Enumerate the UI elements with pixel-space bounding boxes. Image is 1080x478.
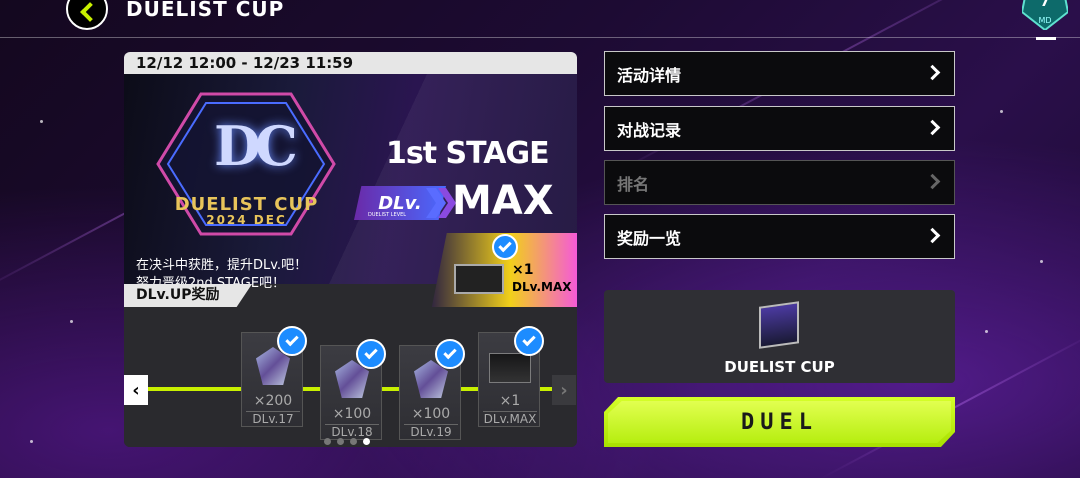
page-dot[interactable]: [350, 438, 357, 445]
reward-qty: ×100: [332, 406, 372, 422]
reward-level: DLv.19: [404, 424, 458, 439]
reward-list-button[interactable]: 奖励一览: [604, 214, 955, 259]
reward-level: DLv.MAX: [483, 411, 537, 426]
bg-star: [1000, 110, 1003, 113]
card-pack-icon: [454, 264, 504, 294]
dlv-chip-text: DLv.: [378, 192, 422, 214]
scroll-left-button[interactable]: ‹: [124, 375, 148, 405]
reward-qty: ×100: [411, 406, 451, 422]
rank-badge[interactable]: 7 MD: [1022, 0, 1068, 30]
deck-box-icon: [759, 301, 799, 349]
dlv-chip-sub: DUELIST LEVEL: [368, 212, 407, 218]
rank-number: 7: [1040, 0, 1050, 10]
dc-logo: DC: [214, 114, 298, 178]
description-line: 在决斗中获胜，提升DLv.吧！: [136, 258, 308, 273]
bg-star: [1040, 260, 1043, 263]
header-divider: [0, 37, 1080, 38]
menu-label: 活动详情: [617, 65, 682, 85]
event-details-button[interactable]: 活动详情: [604, 51, 955, 96]
menu-label: 对战记录: [617, 120, 682, 140]
chevron-right-icon: [924, 227, 941, 244]
chevron-right-icon: [924, 173, 941, 190]
duel-button-label: DUEL: [741, 409, 818, 435]
card-pack-icon: [489, 353, 531, 383]
scroll-right-button[interactable]: ›: [552, 375, 576, 405]
max-label: MAX: [452, 178, 554, 224]
bg-star: [985, 330, 988, 333]
claimed-check-icon: [277, 326, 307, 356]
menu-label: 奖励一览: [617, 228, 682, 248]
bg-star: [40, 120, 43, 123]
chevron-left-icon: [80, 2, 100, 22]
bg-star: [30, 440, 33, 443]
rewards-track: ‹ › ×200 DLv.17 ×100 DLv.18 ×100 DLv.19 …: [124, 307, 577, 447]
event-panel: 12/12 12:00 - 12/23 11:59 DC DUELIST CUP…: [124, 52, 577, 447]
duel-button[interactable]: DUEL: [604, 397, 955, 447]
claimed-check-icon: [514, 326, 544, 356]
reward-qty: ×200: [253, 393, 293, 409]
ranking-button[interactable]: 排名: [604, 160, 955, 205]
page-dot[interactable]: [324, 438, 331, 445]
rank-tag: MD: [1038, 16, 1051, 25]
highlight-reward-qty: ×1: [512, 262, 534, 278]
header: DUELIST CUP 7 MD: [0, 0, 1080, 40]
claimed-check-icon: [492, 234, 518, 260]
menu-label: 排名: [617, 174, 650, 194]
rewards-section-label: DLv.UP奖励: [124, 284, 252, 307]
battle-record-button[interactable]: 对战记录: [604, 106, 955, 151]
cup-title: DUELIST CUP: [174, 194, 319, 215]
reward-level: DLv.18: [325, 424, 379, 439]
claimed-check-icon: [356, 339, 386, 369]
back-button[interactable]: [66, 0, 108, 30]
reward-qty: ×1: [499, 393, 521, 409]
event-date-range: 12/12 12:00 - 12/23 11:59: [124, 52, 577, 74]
stage-label: 1st STAGE: [386, 136, 550, 171]
page-indicator: [324, 438, 370, 445]
chevron-right-icon: [924, 119, 941, 136]
page-dot[interactable]: [337, 438, 344, 445]
highlight-reward-level: DLv.MAX: [512, 280, 572, 294]
duelist-cup-card[interactable]: DUELIST CUP: [604, 290, 955, 383]
page-dot-active[interactable]: [363, 438, 370, 445]
page-title: DUELIST CUP: [126, 0, 285, 21]
reward-level: DLv.17: [246, 411, 300, 426]
bg-star: [70, 320, 73, 323]
cup-card-label: DUELIST CUP: [724, 358, 835, 376]
cup-year: 2024 DEC: [206, 213, 287, 227]
chevron-right-icon: [924, 64, 941, 81]
claimed-check-icon: [435, 339, 465, 369]
